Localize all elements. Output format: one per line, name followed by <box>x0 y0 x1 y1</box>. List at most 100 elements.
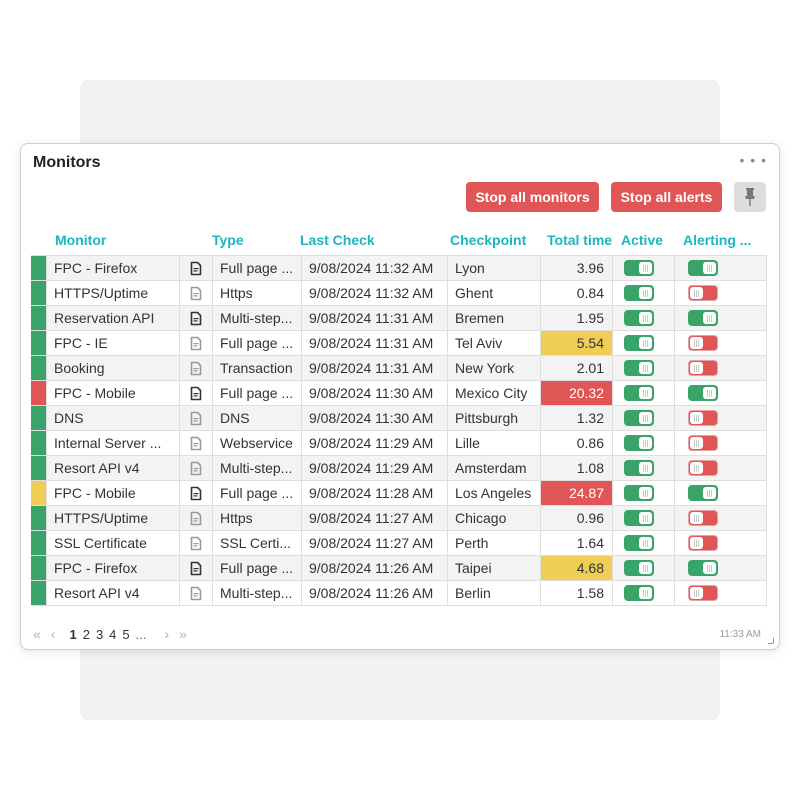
active-cell <box>612 531 674 555</box>
active-toggle[interactable] <box>624 585 654 601</box>
alerting-toggle[interactable] <box>688 310 718 326</box>
active-toggle[interactable] <box>624 485 654 501</box>
alerting-cell <box>674 331 767 355</box>
total-time: 5.54 <box>540 331 612 355</box>
monitor-name[interactable]: FPC - Firefox <box>46 256 179 280</box>
toggle-knob <box>703 487 716 499</box>
page-1-button[interactable]: 1 <box>69 627 76 642</box>
monitor-name[interactable]: HTTPS/Uptime <box>46 506 179 530</box>
alerting-cell <box>674 306 767 330</box>
header-active[interactable]: Active <box>621 232 663 248</box>
active-toggle[interactable] <box>624 435 654 451</box>
header-monitor[interactable]: Monitor <box>55 232 106 248</box>
stop-all-alerts-button[interactable]: Stop all alerts <box>611 182 722 212</box>
page-2-button[interactable]: 2 <box>83 627 90 642</box>
more-options-icon[interactable]: • • • <box>740 153 767 167</box>
pagination: « ‹ 1 2 3 4 5 ... › » <box>33 626 197 642</box>
page-ellipsis[interactable]: ... <box>136 627 147 642</box>
alerting-toggle[interactable] <box>688 460 718 476</box>
page-5-button[interactable]: 5 <box>122 627 129 642</box>
active-toggle[interactable] <box>624 335 654 351</box>
table-row[interactable]: HTTPS/Uptime Https 9/08/2024 11:32 AM Ghent… <box>31 281 766 306</box>
active-toggle[interactable] <box>624 535 654 551</box>
alerting-toggle[interactable] <box>688 435 718 451</box>
active-toggle[interactable] <box>624 510 654 526</box>
monitor-name[interactable]: Booking <box>46 356 179 380</box>
active-cell <box>612 506 674 530</box>
page-4-button[interactable]: 4 <box>109 627 116 642</box>
stop-all-monitors-button[interactable]: Stop all monitors <box>466 182 599 212</box>
table-row[interactable]: FPC - Firefox Full page ... 9/08/2024 11:3… <box>31 256 766 281</box>
document-icon <box>190 511 202 525</box>
alerting-toggle[interactable] <box>688 410 718 426</box>
table-row[interactable]: Resort API v4 Multi-step... 9/08/2024 11:2… <box>31 581 766 606</box>
last-check: 9/08/2024 11:26 AM <box>301 581 447 605</box>
active-toggle[interactable] <box>624 260 654 276</box>
total-time: 2.01 <box>540 356 612 380</box>
header-type[interactable]: Type <box>212 232 244 248</box>
monitor-name[interactable]: FPC - Firefox <box>46 556 179 580</box>
monitor-type-cell <box>179 581 212 605</box>
active-toggle[interactable] <box>624 310 654 326</box>
table-row[interactable]: FPC - Mobile Full page ... 9/08/2024 11:28… <box>31 481 766 506</box>
active-toggle[interactable] <box>624 460 654 476</box>
last-check: 9/08/2024 11:31 AM <box>301 306 447 330</box>
monitor-type-cell <box>179 431 212 455</box>
total-time: 1.95 <box>540 306 612 330</box>
monitor-name[interactable]: Reservation API <box>46 306 179 330</box>
monitor-name[interactable]: FPC - Mobile <box>46 481 179 505</box>
table-row[interactable]: FPC - IE Full page ... 9/08/2024 11:31 AM T… <box>31 331 766 356</box>
active-toggle[interactable] <box>624 285 654 301</box>
table-row[interactable]: HTTPS/Uptime Https 9/08/2024 11:27 AM Chica… <box>31 506 766 531</box>
status-indicator <box>31 331 46 355</box>
monitor-name[interactable]: Resort API v4 <box>46 456 179 480</box>
active-toggle[interactable] <box>624 410 654 426</box>
monitor-name[interactable]: DNS <box>46 406 179 430</box>
table-row[interactable]: DNS DNS 9/08/2024 11:30 AM Pittsburgh 1.32 <box>31 406 766 431</box>
header-last-check[interactable]: Last Check <box>300 232 375 248</box>
prev-page-button[interactable]: ‹ <box>51 626 56 642</box>
page-3-button[interactable]: 3 <box>96 627 103 642</box>
alerting-cell <box>674 431 767 455</box>
alerting-toggle[interactable] <box>688 260 718 276</box>
header-checkpoint[interactable]: Checkpoint <box>450 232 526 248</box>
last-check: 9/08/2024 11:32 AM <box>301 256 447 280</box>
pin-button[interactable] <box>734 182 766 212</box>
header-total-time[interactable]: Total time <box>547 232 612 248</box>
alerting-toggle[interactable] <box>688 285 718 301</box>
table-row[interactable]: FPC - Firefox Full page ... 9/08/2024 11:2… <box>31 556 766 581</box>
table-row[interactable]: Reservation API Multi-step... 9/08/2024 11… <box>31 306 766 331</box>
alerting-toggle[interactable] <box>688 360 718 376</box>
last-page-button[interactable]: » <box>179 626 187 642</box>
alerting-toggle[interactable] <box>688 585 718 601</box>
status-indicator <box>31 531 46 555</box>
table-row[interactable]: FPC - Mobile Full page ... 9/08/2024 11:30… <box>31 381 766 406</box>
resize-handle[interactable] <box>768 638 774 644</box>
first-page-button[interactable]: « <box>33 626 41 642</box>
alerting-toggle[interactable] <box>688 385 718 401</box>
header-alerting[interactable]: Alerting ... <box>683 232 751 248</box>
monitor-name[interactable]: Internal Server ... <box>46 431 179 455</box>
table-row[interactable]: Resort API v4 Multi-step... 9/08/2024 11:2… <box>31 456 766 481</box>
monitor-name[interactable]: FPC - IE <box>46 331 179 355</box>
table-row[interactable]: SSL Certificate SSL Certi... 9/08/2024 11:… <box>31 531 766 556</box>
active-toggle[interactable] <box>624 385 654 401</box>
alerting-toggle[interactable] <box>688 485 718 501</box>
monitor-name[interactable]: HTTPS/Uptime <box>46 281 179 305</box>
next-page-button[interactable]: › <box>164 626 169 642</box>
alerting-toggle[interactable] <box>688 510 718 526</box>
monitor-name[interactable]: FPC - Mobile <box>46 381 179 405</box>
alerting-toggle[interactable] <box>688 535 718 551</box>
table-row[interactable]: Internal Server ... Webservice 9/08/2024 1… <box>31 431 766 456</box>
active-toggle[interactable] <box>624 560 654 576</box>
last-check: 9/08/2024 11:31 AM <box>301 356 447 380</box>
monitor-name[interactable]: SSL Certificate <box>46 531 179 555</box>
last-check: 9/08/2024 11:28 AM <box>301 481 447 505</box>
alerting-toggle[interactable] <box>688 560 718 576</box>
active-toggle[interactable] <box>624 360 654 376</box>
alerting-toggle[interactable] <box>688 335 718 351</box>
monitor-name[interactable]: Resort API v4 <box>46 581 179 605</box>
monitor-type: DNS <box>212 406 301 430</box>
checkpoint: Pittsburgh <box>447 406 540 430</box>
table-row[interactable]: Booking Transaction 9/08/2024 11:31 AM New … <box>31 356 766 381</box>
